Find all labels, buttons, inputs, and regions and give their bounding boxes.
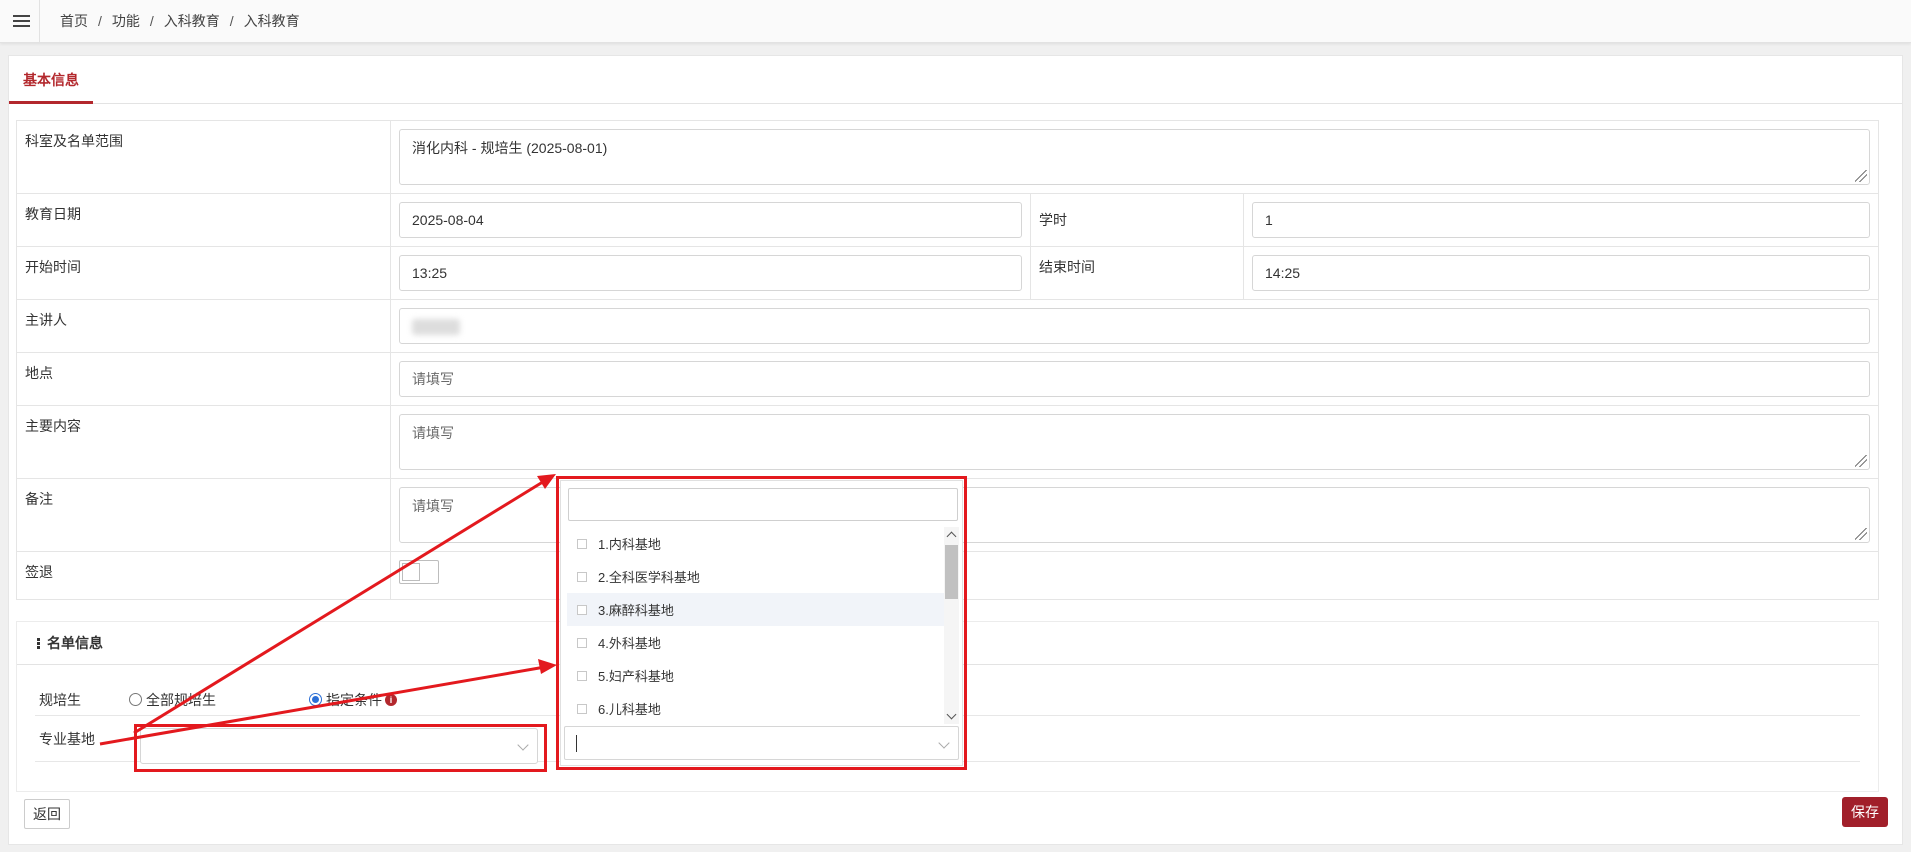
top-header: 首页 / 功能 / 入科教育 / 入科教育	[0, 0, 1911, 43]
content-textarea[interactable]: 请填写	[399, 414, 1870, 470]
trainee-label: 规培生	[39, 691, 81, 708]
end-time-input[interactable]: 14:25	[1252, 255, 1870, 291]
breadcrumb-module[interactable]: 入科教育	[164, 11, 220, 31]
location-label: 地点	[16, 352, 391, 406]
lecturer-label: 主讲人	[16, 299, 391, 353]
end-time-label: 结束时间	[1030, 246, 1244, 300]
start-time-label: 开始时间	[16, 246, 391, 300]
dept-scope-label: 科室及名单范围	[16, 120, 391, 194]
resize-handle-icon[interactable]	[1855, 528, 1867, 540]
content-placeholder: 请填写	[412, 425, 454, 441]
tab-bar: 基本信息	[9, 56, 1902, 104]
back-button[interactable]: 返回	[24, 799, 70, 829]
vertical-dots-icon	[37, 637, 40, 650]
radio-all-label: 全部规培生	[146, 691, 216, 708]
credit-hours-input[interactable]: 1	[1252, 202, 1870, 238]
highlight-box-base-select	[134, 724, 547, 772]
resize-handle-icon[interactable]	[1855, 170, 1867, 182]
highlight-box-dropdown	[556, 476, 967, 770]
dept-scope-value: 消化内科 - 规培生 (2025-08-01)	[412, 140, 608, 156]
start-time-input[interactable]: 13:25	[399, 255, 1022, 291]
breadcrumb-current: 入科教育	[243, 13, 300, 29]
radio-specified-label: 指定条件	[326, 691, 382, 708]
resize-handle-icon[interactable]	[1855, 455, 1867, 467]
tab-basic-info[interactable]: 基本信息	[9, 56, 93, 104]
dept-scope-field[interactable]: 消化内科 - 规培生 (2025-08-01)	[399, 129, 1870, 185]
location-input[interactable]: 请填写	[399, 361, 1870, 397]
content-label: 主要内容	[16, 405, 391, 479]
menu-toggle-button[interactable]	[4, 0, 40, 43]
sign-out-toggle[interactable]	[399, 560, 439, 584]
sign-out-label: 签退	[16, 551, 391, 600]
lecturer-value-redacted	[412, 319, 460, 336]
remark-label: 备注	[16, 478, 391, 552]
breadcrumb-separator: /	[229, 13, 234, 29]
lecturer-input[interactable]	[399, 308, 1870, 344]
remark-placeholder: 请填写	[412, 498, 454, 514]
radio-unchecked-icon	[129, 693, 142, 706]
toggle-knob	[402, 563, 420, 581]
save-button[interactable]: 保存	[1842, 797, 1888, 827]
breadcrumb: 首页 / 功能 / 入科教育 / 入科教育	[60, 11, 300, 31]
breadcrumb-function[interactable]: 功能	[112, 11, 140, 31]
edu-date-label: 教育日期	[16, 193, 391, 247]
edu-date-input[interactable]: 2025-08-04	[399, 202, 1022, 238]
radio-all-trainees[interactable]: 全部规培生	[129, 690, 216, 710]
info-icon[interactable]: i	[385, 693, 397, 706]
breadcrumb-separator: /	[98, 13, 102, 29]
radio-checked-icon	[309, 693, 322, 706]
roster-title: 名单信息	[47, 635, 103, 651]
credit-hours-label: 学时	[1030, 193, 1244, 247]
breadcrumb-separator: /	[149, 13, 154, 29]
hamburger-icon	[13, 14, 30, 28]
breadcrumb-home[interactable]: 首页	[60, 11, 88, 31]
base-label: 专业基地	[39, 730, 95, 747]
radio-specified-condition[interactable]: 指定条件 i	[309, 690, 397, 710]
